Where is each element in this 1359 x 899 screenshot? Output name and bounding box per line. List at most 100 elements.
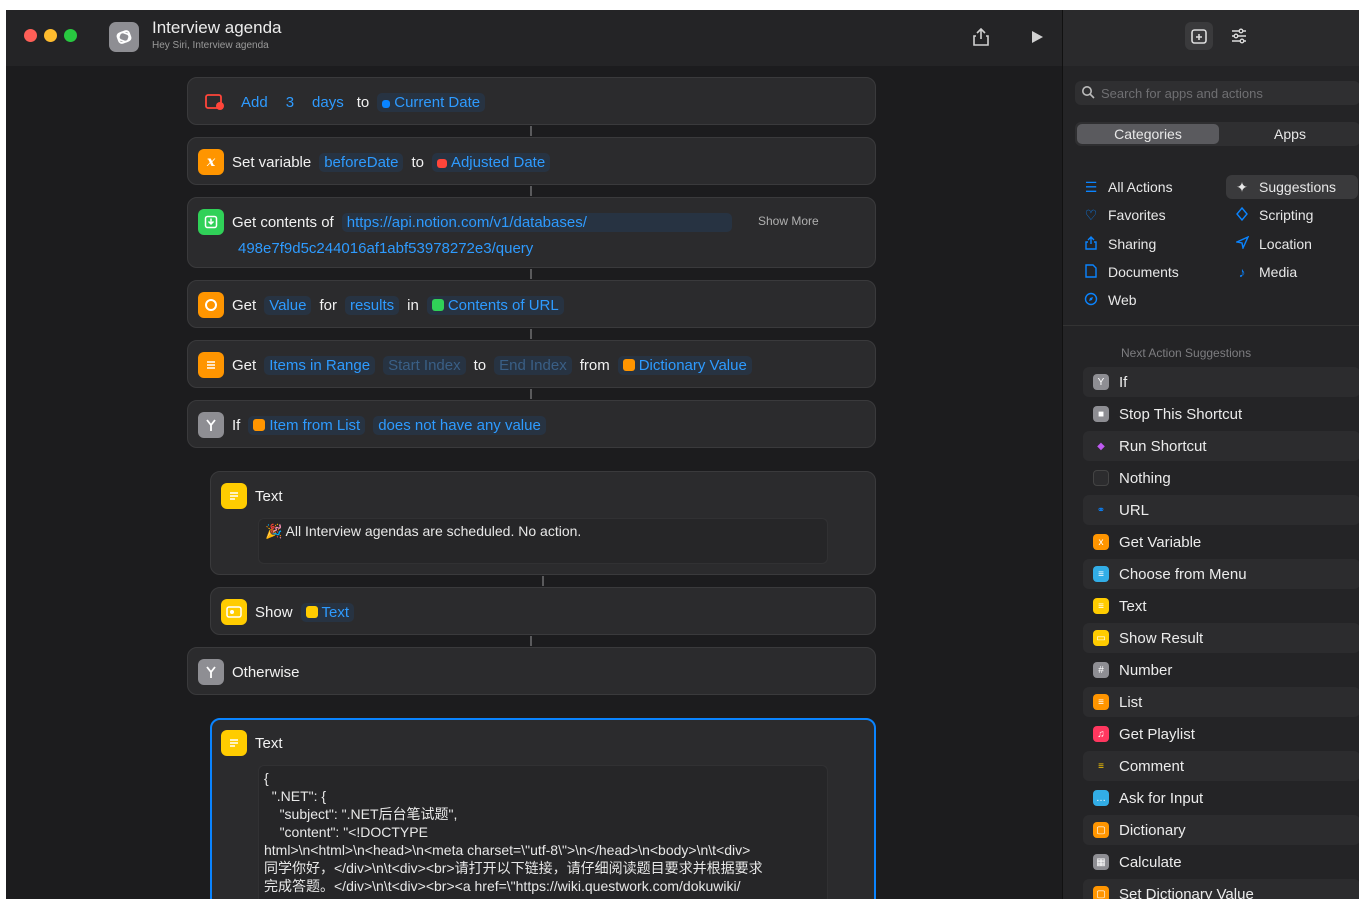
suggestion-comment[interactable]: ≡ Comment — [1083, 751, 1359, 781]
dictionary-icon: ▢ — [1093, 886, 1109, 899]
suggestion-label: Nothing — [1119, 469, 1171, 487]
suggestion-label: Number — [1119, 661, 1173, 679]
zoom-window-button[interactable] — [64, 29, 77, 42]
get-label: Get — [232, 296, 257, 314]
text-icon — [221, 730, 247, 756]
close-window-button[interactable] — [24, 29, 37, 42]
search-icon — [1081, 85, 1095, 102]
action-get-contents-row: Get contents of https://api.notion.com/v… — [198, 209, 732, 235]
connector — [530, 389, 532, 399]
shortcut-editor: Interview agenda Hey Siri, Interview age… — [6, 10, 1062, 899]
share-icon — [1083, 235, 1099, 253]
action-canvas: Add 3 days to Current Date x Set variabl… — [6, 66, 1062, 899]
category-sharing[interactable]: Sharing — [1083, 232, 1156, 256]
text-json-content: { ".NET": { "subject": ".NET后台笔试题", "con… — [264, 770, 763, 894]
run-icon[interactable] — [1024, 24, 1050, 50]
list-icon — [198, 352, 224, 378]
window-subtitle: Hey Siri, Interview agenda — [152, 40, 269, 51]
share-icon[interactable] — [968, 24, 994, 50]
comment-icon: ≡ — [1098, 760, 1104, 772]
minimize-window-button[interactable] — [44, 29, 57, 42]
list-icon: ☰ — [1084, 178, 1098, 195]
connector — [530, 636, 532, 646]
branch-icon: Y — [1093, 374, 1109, 390]
suggestion-number[interactable]: # Number — [1083, 655, 1359, 685]
start-index-field[interactable]: Start Index — [383, 355, 466, 375]
action-search-bar — [1075, 81, 1359, 105]
stop-icon: ■ — [1093, 406, 1109, 422]
results-key-token[interactable]: results — [344, 295, 400, 315]
segment-apps[interactable]: Apps — [1219, 124, 1359, 144]
category-label: Favorites — [1108, 207, 1166, 223]
current-date-token[interactable]: Current Date — [377, 92, 486, 112]
category-web[interactable]: Web — [1083, 288, 1137, 312]
suggestion-label: Run Shortcut — [1119, 437, 1207, 455]
action-show-row: Show Text — [221, 599, 355, 625]
suggestion-ask-for-input[interactable]: … Ask for Input — [1083, 783, 1359, 813]
from-label: from — [579, 356, 610, 374]
variable-icon: x — [1093, 534, 1109, 550]
suggestion-list[interactable]: ≡ List — [1083, 687, 1359, 717]
suggestion-nothing[interactable]: Nothing — [1083, 463, 1359, 493]
suggestion-get-variable[interactable]: x Get Variable — [1083, 527, 1359, 557]
suggestion-choose-from-menu[interactable]: ≡ Choose from Menu — [1083, 559, 1359, 589]
category-media[interactable]: ♪ Media — [1234, 260, 1298, 284]
download-icon — [198, 209, 224, 235]
category-scripting[interactable]: Scripting — [1234, 203, 1313, 227]
category-label: Location — [1259, 236, 1312, 252]
get-items-label: Get — [232, 356, 257, 374]
category-suggestions[interactable]: ✦ Suggestions — [1226, 175, 1358, 199]
suggestion-show-result[interactable]: ▭ Show Result — [1083, 623, 1359, 653]
segment-categories[interactable]: Categories — [1077, 124, 1219, 144]
text-content-field[interactable]: 🎉 All Interview agendas are scheduled. N… — [258, 518, 828, 564]
condition-token[interactable]: does not have any value — [373, 415, 546, 435]
suggestion-get-playlist[interactable]: ♫ Get Playlist — [1083, 719, 1359, 749]
branch-icon — [198, 659, 224, 685]
category-favorites[interactable]: ♡ Favorites — [1083, 203, 1166, 227]
variable-name-token[interactable]: beforeDate — [319, 152, 404, 172]
contents-of-url-token[interactable]: Contents of URL — [426, 295, 564, 315]
search-input[interactable] — [1101, 85, 1341, 101]
suggestion-dictionary[interactable]: ▢ Dictionary — [1083, 815, 1359, 845]
suggestion-run-shortcut[interactable]: ◆ Run Shortcut — [1083, 431, 1359, 461]
suggestion-calculate[interactable]: ▦ Calculate — [1083, 847, 1359, 877]
dictionary-icon: ▢ — [1093, 822, 1109, 838]
suggestion-set-dictionary-value[interactable]: ▢ Set Dictionary Value — [1083, 879, 1359, 899]
category-location[interactable]: Location — [1234, 232, 1312, 256]
show-more-button[interactable]: Show More — [758, 214, 819, 228]
text-variable-token[interactable]: Text — [300, 602, 355, 622]
category-label: Suggestions — [1259, 179, 1337, 195]
category-documents[interactable]: Documents — [1083, 260, 1179, 284]
action-get-value-row: Get Value for results in Contents of URL — [198, 292, 564, 318]
adjust-amount-token[interactable]: 3 — [281, 93, 299, 112]
item-from-list-token[interactable]: Item from List — [248, 415, 366, 435]
music-note-icon: ♪ — [1238, 264, 1246, 280]
action-library-icon[interactable] — [1185, 22, 1213, 50]
url-token[interactable]: https://api.notion.com/v1/databases/ — [341, 212, 732, 232]
action-library-sidebar: Categories Apps ☰ All Actions ♡ Favorite… — [1062, 10, 1359, 899]
url-token-continued[interactable]: 498e7f9d5c244016af1abf53978272e3/query — [238, 240, 533, 257]
suggestion-text[interactable]: ≡ Text — [1083, 591, 1359, 621]
items-in-range-token[interactable]: Items in Range — [264, 355, 376, 375]
adjust-operation-token[interactable]: Add — [236, 93, 273, 112]
sparkle-icon: ✦ — [1236, 178, 1248, 195]
dictionary-value-token[interactable]: Dictionary Value — [617, 355, 752, 375]
suggestion-stop-this-shortcut[interactable]: ■ Stop This Shortcut — [1083, 399, 1359, 429]
end-index-field[interactable]: End Index — [494, 355, 572, 375]
shortcut-icon[interactable] — [109, 22, 139, 52]
if-label: If — [232, 416, 241, 434]
settings-sliders-icon[interactable] — [1225, 22, 1253, 50]
suggestion-url[interactable]: ⚭ URL — [1083, 495, 1359, 525]
adjust-unit-token[interactable]: days — [307, 93, 349, 112]
value-token[interactable]: Value — [264, 295, 312, 315]
show-label: Show — [255, 603, 293, 621]
link-icon: ⚭ — [1096, 504, 1106, 516]
connector — [530, 126, 532, 136]
in-label: in — [407, 296, 419, 314]
show-result-icon — [221, 599, 247, 625]
heart-icon: ♡ — [1084, 206, 1098, 223]
adjusted-date-token[interactable]: Adjusted Date — [431, 152, 551, 172]
category-all-actions[interactable]: ☰ All Actions — [1083, 175, 1173, 199]
connector — [530, 269, 532, 279]
suggestion-if[interactable]: Y If — [1083, 367, 1359, 397]
